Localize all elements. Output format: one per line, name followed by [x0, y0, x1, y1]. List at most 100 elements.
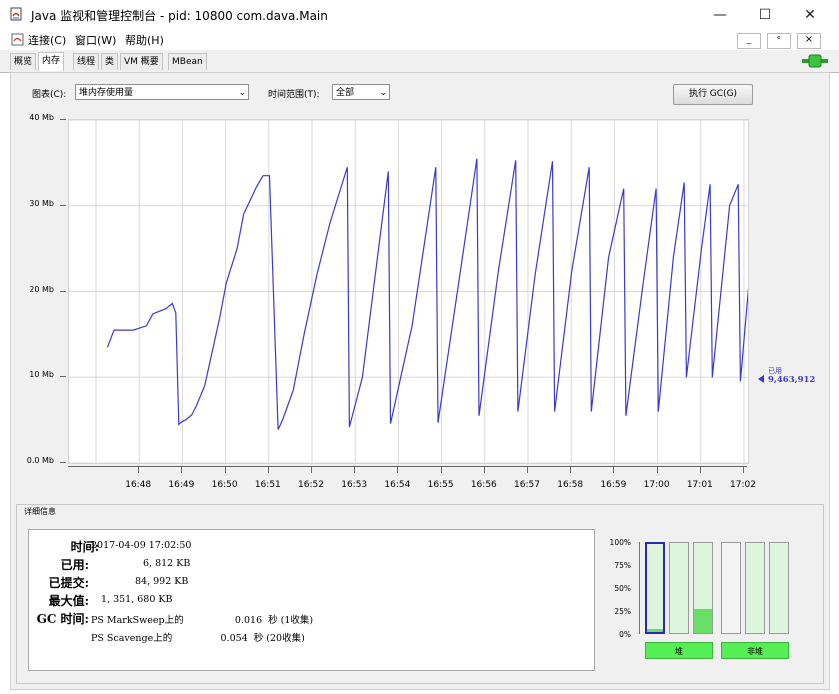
app-menu-icon[interactable] — [11, 33, 24, 46]
time-range-value: 全部 — [336, 88, 355, 98]
inner-restore-button[interactable]: ᵉ — [767, 33, 791, 49]
x-tick-label: 16:49 — [168, 480, 195, 490]
detail-label-gc-time: GC 时间: — [36, 612, 89, 626]
chart-selector[interactable]: 堆内存使用量 ⌄ — [75, 84, 249, 100]
detail-label-time: 时间: — [70, 540, 99, 554]
x-tick-label: 17:02 — [730, 480, 756, 490]
detail-label-max: 最大值: — [48, 594, 89, 608]
tab-threads[interactable]: 线程 — [73, 53, 100, 70]
tab-bar: 概览 内存 线程 类 VM 概要 MBean — [0, 50, 839, 73]
tab-classes[interactable]: 类 — [101, 53, 119, 70]
title-bar: Java 监视和管理控制台 - pid: 10800 com.dava.Main… — [0, 0, 839, 30]
series-line-used — [106, 158, 761, 430]
y-tick-mark — [60, 462, 66, 463]
x-tick-mark — [311, 467, 312, 473]
y-tick-label: 20 Mb — [29, 284, 54, 294]
heap-pool-eden-fill — [647, 629, 663, 632]
x-tick-label: 16:54 — [384, 480, 411, 490]
java-app-icon — [9, 7, 23, 21]
memory-pools-chart: 100% 75% 50% 25% 0% 堆 非堆 — [605, 530, 793, 664]
y-tick-mark — [60, 290, 66, 292]
time-range-label: 时间范围(T): — [268, 90, 320, 100]
chevron-down-icon: ⌄ — [238, 88, 246, 98]
tab-memory[interactable]: 内存 — [38, 52, 65, 71]
x-tick-mark — [224, 467, 226, 473]
x-tick-mark — [483, 467, 485, 473]
x-tick-mark — [656, 467, 658, 473]
y-tick-label: 40 Mb — [29, 113, 54, 122]
x-tick-label: 17:01 — [686, 480, 713, 490]
x-tick-mark — [440, 467, 442, 473]
minimize-button[interactable]: — — [700, 4, 740, 26]
inner-close-button[interactable]: × — [797, 33, 821, 49]
y-tick-mark — [60, 204, 66, 206]
x-tick-label: 16:53 — [341, 480, 368, 490]
pool-axis-75: 75% — [614, 561, 631, 570]
x-tick-label: 16:50 — [211, 480, 238, 490]
current-value-marker-icon — [756, 374, 766, 384]
detail-value-max: 1, 351, 680 KB — [101, 594, 173, 605]
detail-value-used: 6, 812 KB — [143, 558, 191, 569]
details-legend: 详细信息 — [22, 506, 58, 517]
x-tick-mark — [354, 467, 356, 473]
heap-label[interactable]: 堆 — [645, 642, 713, 659]
tab-mbean[interactable]: MBean — [168, 53, 207, 70]
pool-axis-25: 25% — [614, 607, 631, 616]
y-tick-label: 0.0 Mb — [26, 456, 54, 465]
menu-connect[interactable]: 连接(C) — [28, 32, 66, 48]
heap-pool-old-bar[interactable] — [693, 542, 713, 634]
used-annotation-value: 9,463,912 — [768, 375, 816, 385]
chart-selector-value: 堆内存使用量 — [79, 88, 134, 98]
heap-usage-chart — [68, 119, 761, 464]
x-axis-line — [68, 466, 747, 467]
x-tick-mark — [397, 467, 399, 473]
menu-help[interactable]: 帮助(H) — [125, 32, 164, 48]
x-tick-mark — [267, 467, 269, 473]
nonheap-label[interactable]: 非堆 — [721, 642, 789, 659]
nonheap-pool-classspace-bar[interactable] — [769, 542, 789, 634]
nonheap-pool-metaspace-bar[interactable] — [721, 542, 741, 634]
time-range-selector[interactable]: 全部 ⌄ — [332, 84, 390, 100]
y-tick-mark — [60, 119, 66, 120]
y-tick-mark — [60, 376, 66, 378]
maximize-button[interactable]: ☐ — [745, 4, 785, 26]
nonheap-pool-codecache-bar[interactable] — [745, 542, 765, 634]
x-tick-label: 16:58 — [557, 480, 584, 490]
heap-pool-survivor-bar[interactable] — [669, 542, 689, 634]
window-title: Java 监视和管理控制台 - pid: 10800 com.dava.Main — [31, 9, 328, 23]
menu-window[interactable]: 窗口(W) — [75, 32, 116, 48]
pool-axis-line — [635, 542, 640, 634]
x-tick-mark — [527, 467, 528, 473]
close-button[interactable]: ✕ — [790, 4, 830, 26]
tab-overview[interactable]: 概览 — [10, 53, 37, 70]
x-tick-label: 16:56 — [470, 480, 497, 490]
inner-minimize-button[interactable]: _ — [737, 33, 761, 49]
heap-pool-eden-bar[interactable] — [645, 542, 665, 634]
chart-selector-label: 图表(C): — [32, 90, 67, 100]
x-tick-label: 16:57 — [514, 480, 540, 490]
detail-value-gc-marksweep: PS MarkSweep上的 0.016 秒 (1收集) — [91, 615, 314, 626]
detail-value-time: 2017-04-09 17:02:50 — [91, 540, 192, 551]
heap-pool-old-fill — [694, 608, 712, 633]
chart-svg — [69, 119, 761, 464]
x-tick-label: 17:00 — [643, 480, 670, 490]
pool-axis-100: 100% — [609, 538, 631, 547]
pool-axis-0: 0% — [619, 630, 631, 639]
y-tick-label: 30 Mb — [29, 198, 54, 208]
pool-axis-50: 50% — [614, 584, 631, 593]
x-tick-mark — [743, 467, 744, 473]
x-tick-label: 16:59 — [600, 480, 627, 490]
chevron-down-icon: ⌄ — [379, 88, 387, 98]
x-tick-mark — [613, 467, 615, 473]
tab-vm-summary[interactable]: VM 概要 — [120, 53, 163, 70]
connection-status-icon — [802, 54, 828, 68]
x-tick-label: 16:51 — [254, 480, 281, 490]
detail-value-gc-scavenge: PS Scavenge上的 0.054 秒 (20收集) — [91, 633, 305, 644]
detail-label-used: 已用: — [60, 558, 89, 572]
detail-label-committed: 已提交: — [48, 576, 89, 590]
details-panel: 时间: 2017-04-09 17:02:50 已用: 6, 812 KB 已提… — [28, 529, 595, 671]
x-tick-label: 16:55 — [427, 480, 454, 490]
perform-gc-button[interactable]: 执行 GC(G) — [673, 84, 753, 105]
x-tick-label: 16:48 — [125, 480, 152, 490]
x-tick-mark — [138, 467, 140, 473]
